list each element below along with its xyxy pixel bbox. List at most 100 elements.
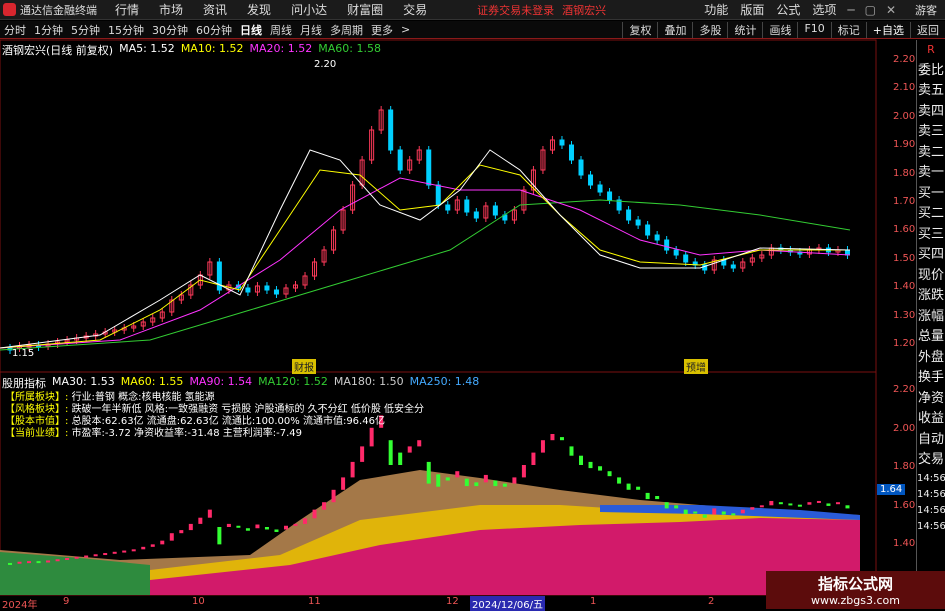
sub-candle — [264, 527, 269, 530]
candle — [645, 224, 651, 236]
date-dec: 12 — [446, 596, 459, 607]
sub-candle — [778, 502, 783, 505]
panel-item: 涨幅 — [917, 308, 944, 324]
sub-candle — [655, 496, 660, 500]
sub-candle — [8, 562, 12, 565]
sub-candle — [74, 556, 79, 559]
date-feb: 2 — [708, 596, 715, 607]
sub-candle — [759, 505, 764, 508]
panel-item: 卖四 — [917, 103, 944, 119]
sub-candle — [36, 561, 41, 564]
candle — [683, 254, 689, 263]
main-axis-tick: 1.80 — [893, 167, 916, 179]
panel-r-icon[interactable]: R — [917, 40, 945, 61]
sub-candle — [93, 554, 98, 557]
panel-item: 买一 — [917, 185, 944, 201]
panel-item: 现价 — [917, 267, 944, 283]
sub-candle — [807, 502, 812, 505]
main-axis-tick: 1.40 — [893, 281, 916, 293]
info-row-capital: 【股本市值】: 总股本:62.63亿 流通盘:62.63亿 流通比:100.00… — [5, 416, 385, 427]
candle — [664, 239, 670, 251]
sub-candle — [27, 561, 32, 564]
sub-candle — [131, 549, 136, 552]
sub-candle — [169, 533, 174, 541]
panel-item: 总量 — [917, 329, 944, 344]
sub-candle — [559, 437, 564, 441]
sub-candle — [150, 544, 155, 547]
event-marker-forecast[interactable]: 预增 — [684, 359, 708, 374]
sub-candle — [46, 560, 51, 563]
sub-candle — [388, 440, 393, 465]
panel-time: 14:56 — [917, 504, 945, 516]
sub-candle — [512, 477, 517, 484]
date-axis: 2024年 9 10 11 12 2024/12/06/五 1 2 — [0, 596, 760, 611]
sub-candle — [769, 500, 774, 506]
sub-candle — [645, 492, 650, 500]
sub-axis-tick: 1.80 — [893, 461, 916, 472]
ma5-line — [0, 149, 851, 349]
sub-candle — [617, 477, 622, 484]
sub-candle — [217, 527, 222, 545]
sub-candle — [693, 511, 698, 514]
candle — [730, 264, 736, 269]
sub-candle — [398, 452, 403, 465]
sub-candle — [274, 529, 279, 532]
sub-candle — [540, 440, 545, 453]
sub-candle — [122, 550, 127, 553]
panel-item: 卖三 — [917, 124, 944, 139]
main-axis-tick: 1.50 — [893, 252, 916, 264]
sub-candle — [436, 474, 441, 487]
sub-candle — [188, 523, 193, 531]
watermark-title: 指标公式网 — [817, 575, 893, 593]
sub-candle — [502, 483, 507, 487]
sub-candle — [464, 478, 469, 487]
date-jan: 1 — [590, 596, 597, 607]
panel-item[interactable]: 自动 — [917, 430, 945, 451]
panel-item: 买四 — [917, 247, 944, 262]
candle — [435, 184, 441, 206]
candle — [568, 144, 574, 161]
panel-item: 净资 — [917, 390, 944, 406]
candle — [273, 289, 279, 295]
main-axis-tick: 1.30 — [893, 309, 916, 321]
sub-candle — [312, 509, 317, 519]
candle — [844, 249, 850, 256]
sub-candle — [474, 482, 479, 487]
sub-candle — [835, 502, 840, 505]
sub-axis-tick: 2.20 — [893, 384, 916, 395]
sub-candle — [283, 525, 288, 530]
ma60-line — [0, 199, 851, 351]
sub-axis-tick: 1.60 — [893, 499, 916, 511]
candle — [264, 285, 270, 291]
panel-time: 14:56 — [917, 472, 945, 484]
sub-candle — [816, 500, 821, 503]
sub-candle — [683, 509, 688, 514]
sub-candle — [455, 471, 460, 478]
sub-candle — [636, 486, 641, 490]
kline-chart[interactable] — [0, 0, 945, 609]
main-axis-tick: 1.60 — [893, 224, 916, 236]
site-watermark: 指标公式网 www.zbgs3.com — [766, 571, 945, 609]
candle — [388, 109, 394, 151]
sub-candle — [331, 489, 336, 503]
sub-candle — [17, 561, 22, 564]
panel-item[interactable]: 交易 — [917, 450, 945, 471]
sub-candle — [607, 471, 612, 477]
sub-candle — [103, 553, 108, 556]
info-row-sector: 【所属板块】: 行业:普钢 概念:核电核能 氢能源 — [5, 392, 215, 403]
candles-group — [7, 106, 850, 354]
main-axis-tick: 1.90 — [893, 139, 916, 151]
sub-candle — [521, 465, 526, 478]
sub-candle — [731, 513, 736, 516]
sub-candle — [569, 446, 574, 456]
candle — [426, 149, 432, 186]
event-marker-report[interactable]: 财报 — [292, 359, 316, 374]
main-axis-tick: 2.10 — [893, 82, 916, 94]
main-axis-tick: 1.20 — [893, 338, 916, 349]
candle — [588, 174, 594, 186]
sub-candle — [626, 483, 631, 490]
sub-candle — [360, 446, 365, 462]
info-row-style: 【风格板块】: 跌破一年半新低 风格:一致强融资 亏损股 沪股通标的 久不分红 … — [5, 404, 425, 415]
sub-candle — [112, 551, 117, 554]
panel-time: 14:56 — [917, 488, 945, 500]
